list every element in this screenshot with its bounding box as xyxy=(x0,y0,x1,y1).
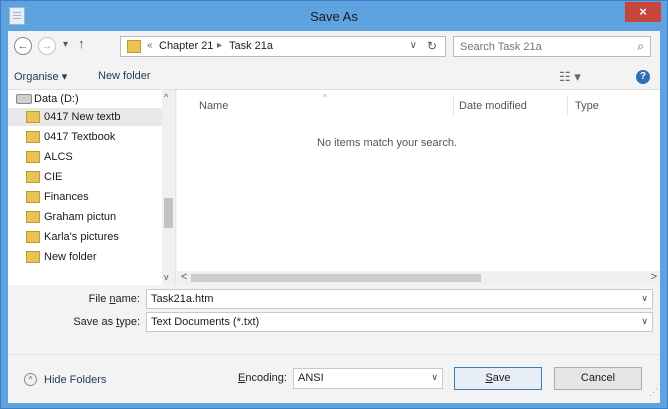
column-header-type[interactable]: Type xyxy=(575,100,599,112)
breadcrumb-separator[interactable]: ▸ xyxy=(217,40,222,51)
file-list[interactable]: Name ^ Date modified Type No items match… xyxy=(177,90,660,285)
column-header-name[interactable]: Name xyxy=(199,100,228,112)
tree-item-0417-textbook[interactable]: 0417 Textbook xyxy=(8,128,162,146)
file-list-horizontal-scrollbar[interactable]: < > xyxy=(177,271,660,285)
save-as-type-label: Save as type: xyxy=(73,316,140,328)
organise-button[interactable]: Organise ▾ xyxy=(14,70,67,83)
tree-item-label: 0417 New textb xyxy=(44,111,121,123)
views-button[interactable]: ☷ ▾ xyxy=(559,69,581,85)
tree-item-new-folder[interactable]: New folder xyxy=(8,248,162,266)
empty-results-message: No items match your search. xyxy=(317,137,457,149)
encoding-label: Encoding: xyxy=(238,372,287,384)
cancel-button[interactable]: Cancel xyxy=(554,367,642,390)
command-bar: Organise ▾ New folder ☷ ▾ ? xyxy=(8,64,660,90)
tree-item-label: Graham pictun xyxy=(44,211,117,223)
overflow-chevron[interactable]: « xyxy=(147,40,153,51)
folder-icon xyxy=(26,211,40,223)
title-bar[interactable]: Save As × xyxy=(1,1,667,31)
scroll-thumb[interactable] xyxy=(191,274,481,282)
folder-icon xyxy=(127,40,141,53)
folder-icon xyxy=(26,191,40,203)
folder-icon xyxy=(26,231,40,243)
folder-icon xyxy=(26,131,40,143)
tree-item-label: Finances xyxy=(44,191,89,203)
save-button[interactable]: Save xyxy=(454,367,542,390)
scroll-thumb[interactable] xyxy=(164,198,173,228)
column-divider[interactable] xyxy=(453,96,454,116)
tree-item-label: Data (D:) xyxy=(34,93,79,105)
tree-item-karlas-pictures[interactable]: Karla's pictures xyxy=(8,228,162,246)
chevron-up-icon: ^ xyxy=(24,373,37,386)
scroll-left-arrow[interactable]: < xyxy=(181,271,187,283)
column-header-date-modified[interactable]: Date modified xyxy=(459,100,527,112)
folder-icon xyxy=(26,151,40,163)
tree-item-graham-pictures[interactable]: Graham pictun xyxy=(8,208,162,226)
navigation-row: ← → ▾ ↑ « Chapter 21 ▸ Task 21a ∨ ↻ ⌕ xyxy=(8,31,660,61)
chevron-down-icon[interactable]: ∨ xyxy=(641,293,648,304)
breadcrumb-chapter-21[interactable]: Chapter 21 xyxy=(159,40,213,52)
new-folder-button[interactable]: New folder xyxy=(98,70,151,82)
tree-item-label: CIE xyxy=(44,171,63,183)
dialog-footer: ^ Hide Folders Encoding: ANSI ∨ Save Can… xyxy=(8,354,660,399)
forward-button[interactable]: → xyxy=(38,37,56,55)
file-name-label: File name: xyxy=(88,293,140,305)
tree-item-cie[interactable]: CIE xyxy=(8,168,162,186)
file-name-value[interactable]: Task21a.htm xyxy=(151,293,213,305)
address-bar[interactable]: « Chapter 21 ▸ Task 21a ∨ ↻ xyxy=(120,36,446,57)
tree-item-label: ALCS xyxy=(44,151,73,163)
search-icon[interactable]: ⌕ xyxy=(637,39,644,54)
navigation-pane[interactable]: Data (D:) 0417 New textb 0417 Textbook A… xyxy=(8,90,176,285)
navigation-pane-scrollbar[interactable]: ^ v xyxy=(162,90,175,285)
hide-folders-label: Hide Folders xyxy=(44,374,107,386)
folder-icon xyxy=(26,111,40,123)
breadcrumb-task-21a[interactable]: Task 21a xyxy=(229,40,273,52)
help-icon[interactable]: ? xyxy=(636,70,650,84)
sort-arrow-icon: ^ xyxy=(323,93,327,102)
tree-item-label: New folder xyxy=(44,251,97,263)
scroll-up-arrow[interactable]: ^ xyxy=(164,92,168,102)
save-as-dialog: Save As × ← → ▾ ↑ « Chapter 21 ▸ Task 21… xyxy=(0,0,668,409)
save-as-type-select[interactable]: Text Documents (*.txt) ∨ xyxy=(146,312,653,332)
folder-icon xyxy=(26,171,40,183)
recent-locations-dropdown[interactable]: ▾ xyxy=(63,39,68,50)
dialog-body: ← → ▾ ↑ « Chapter 21 ▸ Task 21a ∨ ↻ ⌕ Or… xyxy=(8,31,660,403)
tree-item-alcs[interactable]: ALCS xyxy=(8,148,162,166)
close-button[interactable]: × xyxy=(625,2,661,22)
tree-item-label: 0417 Textbook xyxy=(44,131,116,143)
tree-item-finances[interactable]: Finances xyxy=(8,188,162,206)
tree-item-data-drive[interactable]: Data (D:) xyxy=(8,90,162,108)
search-input[interactable] xyxy=(460,39,620,54)
back-button[interactable]: ← xyxy=(14,37,32,55)
encoding-select[interactable]: ANSI ∨ xyxy=(293,368,443,389)
folder-icon xyxy=(26,251,40,263)
save-as-type-value[interactable]: Text Documents (*.txt) xyxy=(151,316,259,328)
tree-item-label: Karla's pictures xyxy=(44,231,119,243)
address-dropdown[interactable]: ∨ xyxy=(410,40,417,51)
file-name-field[interactable]: Task21a.htm ∨ xyxy=(146,289,653,309)
search-box[interactable]: ⌕ xyxy=(453,36,651,57)
resize-grip-icon[interactable]: ⋰ xyxy=(649,387,658,398)
scroll-right-arrow[interactable]: > xyxy=(651,271,657,283)
encoding-value: ANSI xyxy=(298,372,324,384)
tree-item-0417-new-textbook[interactable]: 0417 New textb xyxy=(8,108,162,126)
up-button[interactable]: ↑ xyxy=(78,36,85,51)
chevron-down-icon[interactable]: ∨ xyxy=(641,316,648,327)
column-divider[interactable] xyxy=(567,96,568,116)
save-form: File name: Task21a.htm ∨ Save as type: T… xyxy=(8,289,660,339)
scroll-down-arrow[interactable]: v xyxy=(164,272,169,282)
drive-icon xyxy=(16,94,32,104)
window-title: Save As xyxy=(310,9,358,24)
chevron-down-icon: ∨ xyxy=(431,372,438,382)
refresh-button[interactable]: ↻ xyxy=(427,39,437,53)
